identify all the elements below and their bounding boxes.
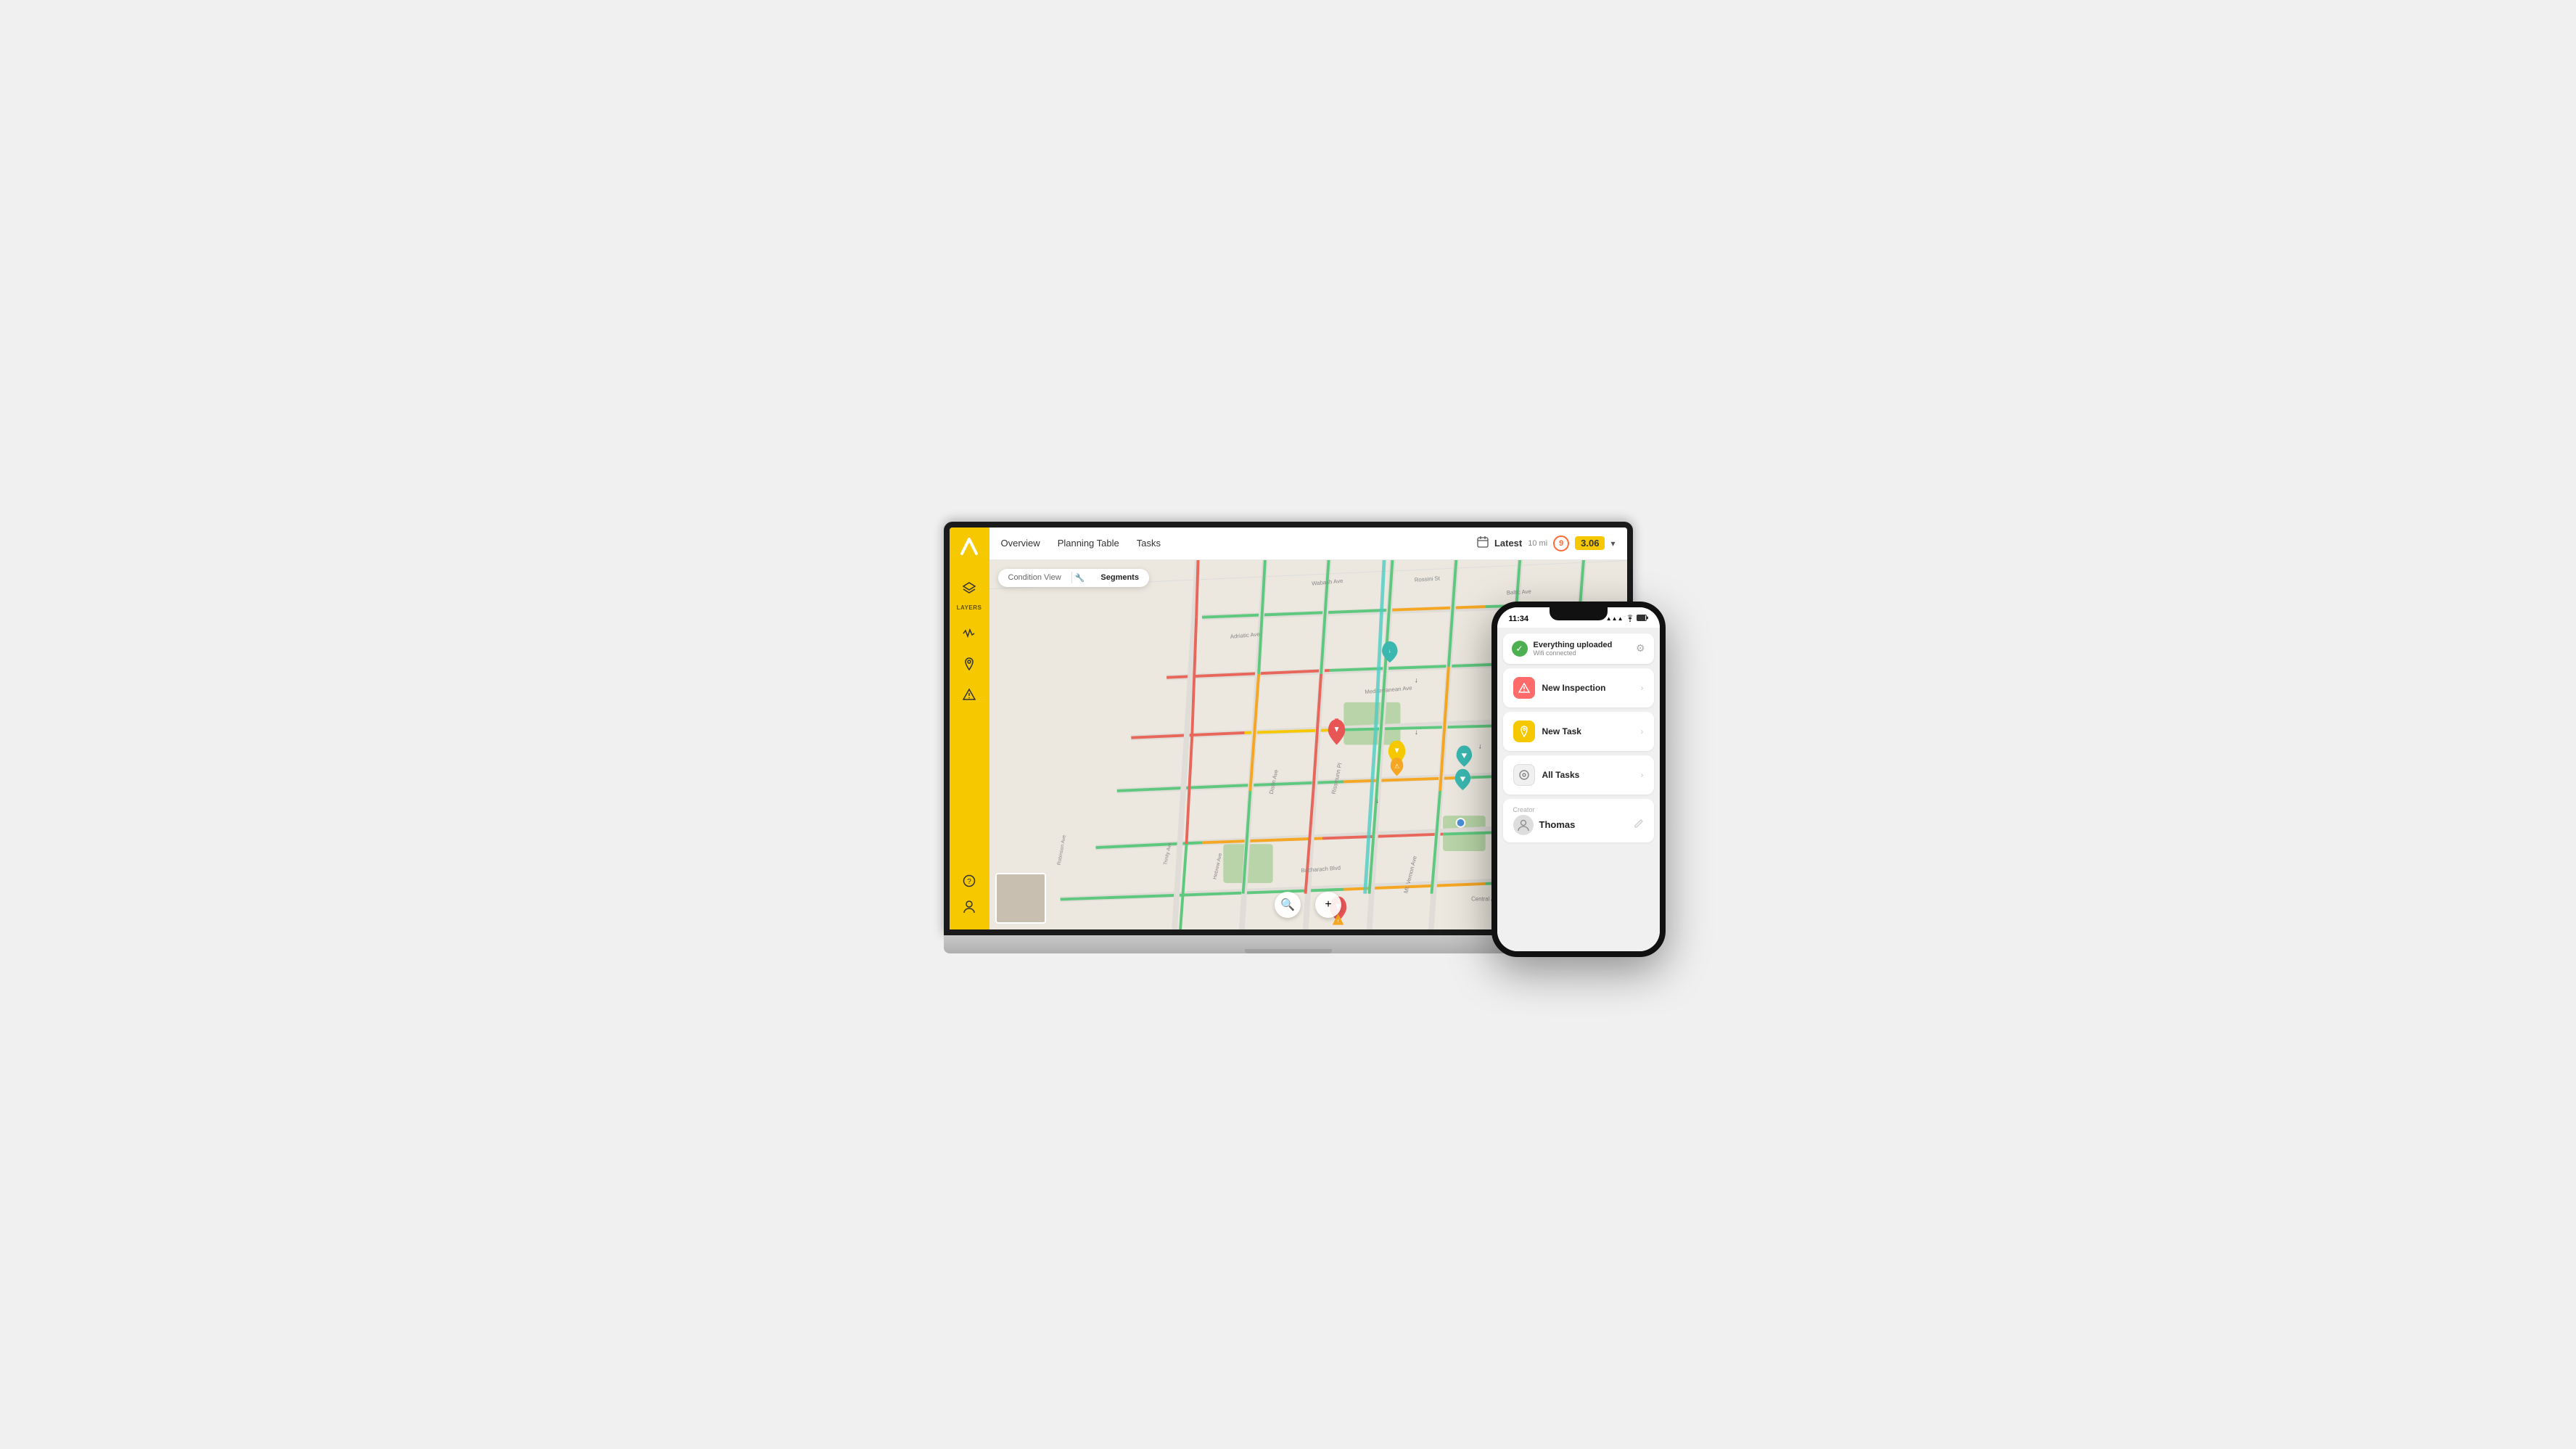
new-inspection-item[interactable]: New Inspection › xyxy=(1503,668,1654,707)
mini-map-background xyxy=(997,874,1045,922)
svg-text:⚠: ⚠ xyxy=(1394,763,1399,769)
upload-check-icon: ✓ xyxy=(1512,641,1528,657)
phone-time: 11:34 xyxy=(1509,615,1529,623)
nav-planning-table[interactable]: Planning Table xyxy=(1058,535,1119,551)
map-controls: 🔍 + xyxy=(1275,892,1341,918)
battery-icon xyxy=(1637,615,1648,623)
top-nav: Overview Planning Table Tasks xyxy=(989,528,1627,560)
svg-text:↓: ↓ xyxy=(1415,676,1418,684)
phone-notch xyxy=(1550,607,1608,620)
sidebar: LAYERS xyxy=(950,528,989,929)
all-tasks-label: All Tasks xyxy=(1542,770,1634,780)
phone-body: 11:34 ▲▲▲ ✓ xyxy=(1491,602,1666,957)
upload-title: Everything uploaded xyxy=(1534,641,1630,649)
sidebar-waveform-icon[interactable] xyxy=(958,623,980,644)
svg-text:?: ? xyxy=(967,878,971,886)
svg-text:Baltic Ave: Baltic Ave xyxy=(1506,588,1531,596)
settings-icon[interactable]: ⚙ xyxy=(1636,642,1645,654)
sidebar-layers-label: LAYERS xyxy=(957,604,982,611)
segments-toggle[interactable]: Segments xyxy=(1090,569,1149,586)
scene: LAYERS xyxy=(889,478,1687,972)
sidebar-user-icon[interactable] xyxy=(958,896,980,918)
calendar-icon xyxy=(1477,536,1489,550)
creator-label: Creator xyxy=(1513,806,1644,813)
upload-subtitle: Wifi connected xyxy=(1534,649,1630,657)
segments-icon: 🔧 xyxy=(1072,569,1091,587)
new-inspection-label: New Inspection xyxy=(1542,683,1634,693)
nav-right: Latest 10 mi 9 3.06 ▾ xyxy=(1477,535,1616,551)
phone-content: ✓ Everything uploaded Wifi connected ⚙ xyxy=(1497,628,1660,951)
svg-text:↓: ↓ xyxy=(1388,647,1391,654)
all-tasks-icon xyxy=(1513,764,1535,786)
new-inspection-arrow-icon: › xyxy=(1641,683,1644,693)
sidebar-layers-icon[interactable] xyxy=(958,577,980,599)
upload-banner: ✓ Everything uploaded Wifi connected ⚙ xyxy=(1503,633,1654,664)
creator-section: Creator Thomas xyxy=(1503,799,1654,842)
phone-screen: 11:34 ▲▲▲ ✓ xyxy=(1497,607,1660,951)
map-search-button[interactable]: 🔍 xyxy=(1275,892,1301,918)
nav-score-badge[interactable]: 3.06 xyxy=(1575,536,1605,550)
wifi-icon xyxy=(1626,615,1634,623)
svg-text:↓: ↓ xyxy=(1478,742,1481,750)
creator-name: Thomas xyxy=(1539,819,1576,830)
new-task-icon xyxy=(1513,721,1535,742)
creator-row: Thomas xyxy=(1513,815,1644,835)
svg-text:↓: ↓ xyxy=(1375,797,1379,805)
sidebar-bottom: ? xyxy=(958,866,980,922)
nav-distance: 10 mi xyxy=(1528,539,1547,548)
nav-count-badge: 9 xyxy=(1553,535,1569,551)
all-tasks-item[interactable]: All Tasks › xyxy=(1503,755,1654,795)
new-inspection-icon xyxy=(1513,677,1535,699)
sidebar-warning-icon[interactable] xyxy=(958,684,980,705)
map-zoom-in-button[interactable]: + xyxy=(1315,892,1341,918)
new-task-item[interactable]: New Task › xyxy=(1503,712,1654,751)
new-task-label: New Task xyxy=(1542,726,1634,736)
creator-avatar xyxy=(1513,815,1534,835)
status-icons: ▲▲▲ xyxy=(1606,615,1648,623)
phone: 11:34 ▲▲▲ ✓ xyxy=(1491,602,1666,957)
signal-icon: ▲▲▲ xyxy=(1606,615,1624,622)
new-task-arrow-icon: › xyxy=(1641,726,1644,736)
mini-map[interactable] xyxy=(995,873,1046,924)
nav-latest-label: Latest xyxy=(1494,538,1522,549)
nav-tasks[interactable]: Tasks xyxy=(1137,535,1161,551)
sidebar-location-icon[interactable] xyxy=(958,653,980,675)
condition-view-toggle[interactable]: Condition View xyxy=(998,569,1071,586)
nav-overview[interactable]: Overview xyxy=(1001,535,1040,551)
app-logo[interactable] xyxy=(958,535,981,558)
svg-text:↓: ↓ xyxy=(1415,728,1418,736)
map-toggle: Condition View 🔧 Segments xyxy=(998,569,1149,587)
nav-dropdown-icon[interactable]: ▾ xyxy=(1610,538,1615,549)
upload-text: Everything uploaded Wifi connected xyxy=(1534,641,1630,657)
sidebar-help-icon[interactable]: ? xyxy=(958,870,980,892)
all-tasks-arrow-icon: › xyxy=(1641,770,1644,780)
creator-edit-icon[interactable] xyxy=(1634,818,1644,831)
